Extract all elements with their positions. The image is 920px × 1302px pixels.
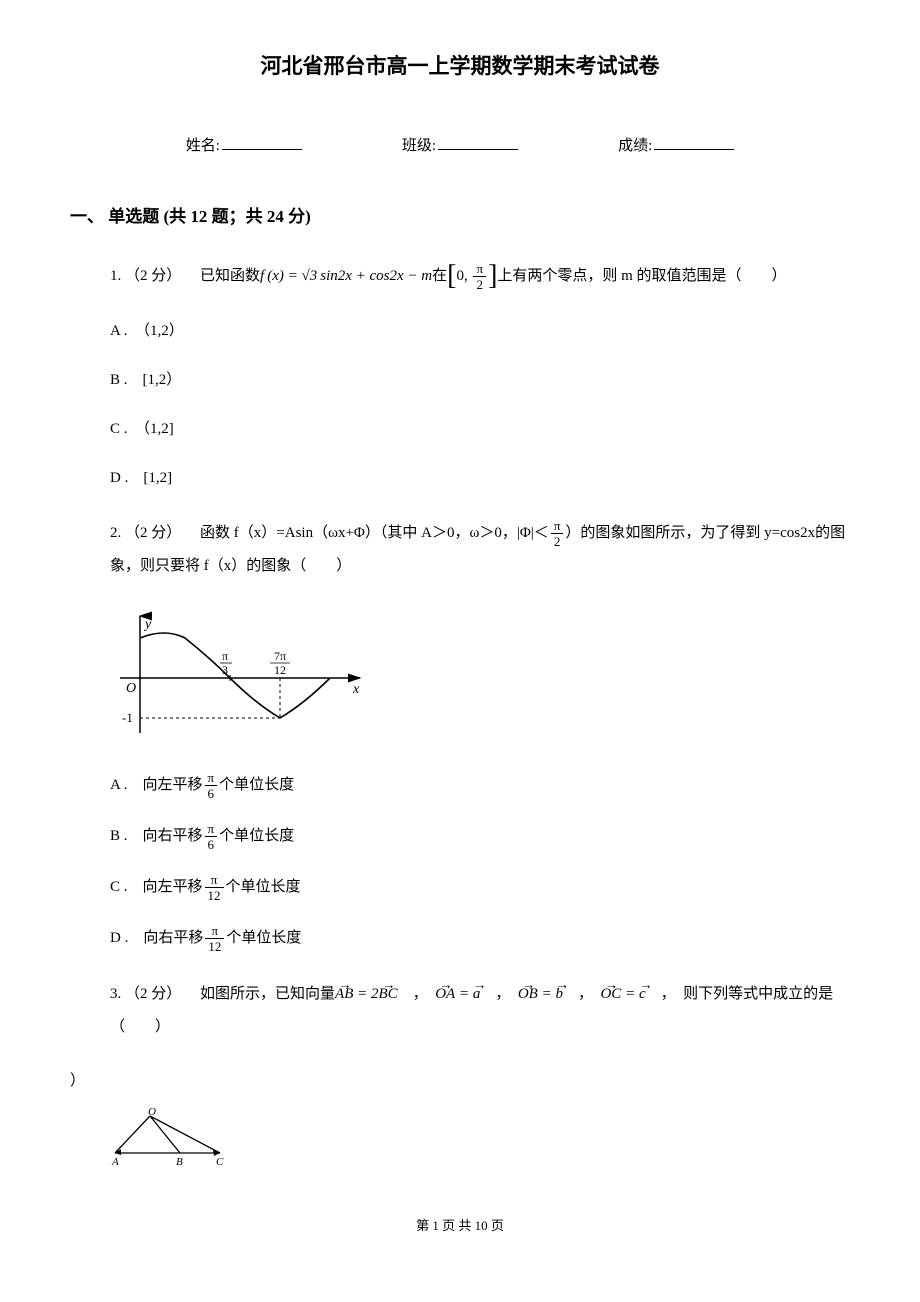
q2-c-pre: C . 向左平移 [110, 879, 203, 895]
q3-stem-a: 如图所示，已知向量 [200, 986, 335, 1002]
frac-den: 12 [205, 939, 224, 953]
q3-eq4: →OC = →c [600, 986, 645, 1002]
q2-option-a: A . 向左平移π6个单位长度 [110, 771, 850, 800]
svg-text:A: A [111, 1156, 119, 1168]
q2-option-c: C . 向左平移π12个单位长度 [110, 873, 850, 902]
svg-text:-1: -1 [122, 710, 133, 725]
q1-option-b: B . [1,2） [110, 367, 850, 394]
frac-num: π [205, 771, 218, 786]
question-2: 2. （2 分） 函数 f（x）=Asin（ωx+Φ）（其中 A＞0，ω＞0，|… [70, 517, 850, 583]
q2-num: 2. [110, 525, 121, 541]
q3-eq3: →OB = →b [518, 986, 563, 1002]
q2-pi-2: π2 [551, 519, 564, 548]
q1-stem-c: 上有两个零点，则 m 的取值范围是（ ） [497, 268, 786, 284]
svg-text:O: O [126, 681, 136, 696]
q3-num: 3. [110, 986, 121, 1002]
frac-num: π [205, 822, 218, 837]
q1-num: 1. [110, 268, 121, 284]
svg-text:O: O [148, 1108, 156, 1118]
q2-d-pre: D . 向右平移 [110, 930, 203, 946]
q1-stem-a: 已知函数 [200, 268, 260, 284]
info-row: 姓名: 班级: 成绩: [70, 134, 850, 158]
svg-text:B: B [176, 1156, 183, 1168]
svg-text:x: x [352, 682, 360, 697]
svg-text:3: 3 [222, 663, 228, 677]
q2-option-d: D . 向右平移π12个单位长度 [110, 924, 850, 953]
q2-b-post: 个单位长度 [219, 828, 294, 844]
score-label: 成绩: [618, 134, 652, 158]
q1-options: A . （1,2） B . [1,2） C . （1,2] D . [1,2] [110, 318, 850, 492]
svg-text:12: 12 [274, 663, 286, 677]
svg-text:C: C [216, 1156, 224, 1168]
q3-figure: O A B C [110, 1108, 850, 1176]
score-field: 成绩: [618, 134, 734, 158]
q1-interval: [0, π2] [447, 260, 497, 293]
question-3: 3. （2 分） 如图所示，已知向量→AB = 2→BC ， →OA = →a … [70, 978, 850, 1044]
q2-option-b: B . 向右平移π6个单位长度 [110, 822, 850, 851]
blank-line [438, 135, 518, 150]
section-heading: 一、 单选题 (共 12 题；共 24 分) [70, 203, 850, 230]
q3-eq2: →OA = →a [435, 986, 480, 1002]
name-field: 姓名: [186, 134, 302, 158]
name-label: 姓名: [186, 134, 220, 158]
q2-points: （2 分） [125, 525, 181, 541]
q3-close-paren: ） [70, 1069, 850, 1093]
question-1: 1. （2 分） 已知函数f (x) = √3 sin2x + cos2x − … [110, 260, 850, 293]
q3-eq1: →AB = 2→BC [335, 986, 398, 1002]
q1-stem-b: 在 [432, 268, 447, 284]
q2-graph: y x O -1 π 3 7π 12 [110, 608, 850, 746]
q2-options: A . 向左平移π6个单位长度 B . 向右平移π6个单位长度 C . 向左平移… [110, 771, 850, 953]
q1-option-c: C . （1,2] [110, 416, 850, 443]
svg-text:7π: 7π [274, 649, 286, 663]
q1-formula: f (x) = √3 sin2x + cos2x − m [260, 268, 432, 284]
q1-option-d: D . [1,2] [110, 465, 850, 492]
q2-c-post: 个单位长度 [226, 879, 301, 895]
page-title: 河北省邢台市高一上学期数学期末考试试卷 [70, 50, 850, 84]
page-footer: 第 1 页 共 10 页 [70, 1216, 850, 1237]
blank-line [222, 135, 302, 150]
class-field: 班级: [402, 134, 518, 158]
q2-stem-a: 函数 f（x）=Asin（ωx+Φ）（其中 A＞0，ω＞0，|Φ|＜ [200, 525, 549, 541]
frac-num: π [205, 924, 224, 939]
q2-b-pre: B . 向右平移 [110, 828, 203, 844]
q2-d-post: 个单位长度 [226, 930, 301, 946]
q1-option-a: A . （1,2） [110, 318, 850, 345]
class-label: 班级: [402, 134, 436, 158]
svg-text:y: y [143, 617, 152, 632]
q2-a-post: 个单位长度 [219, 777, 294, 793]
blank-line [654, 135, 734, 150]
frac-den: 12 [205, 888, 224, 902]
q2-a-pre: A . 向左平移 [110, 777, 203, 793]
svg-text:π: π [222, 649, 228, 663]
frac-den: 6 [205, 837, 218, 851]
q1-points: （2 分） [125, 268, 181, 284]
frac-num: π [205, 873, 224, 888]
frac-den: 6 [205, 786, 218, 800]
q3-points: （2 分） [125, 986, 181, 1002]
